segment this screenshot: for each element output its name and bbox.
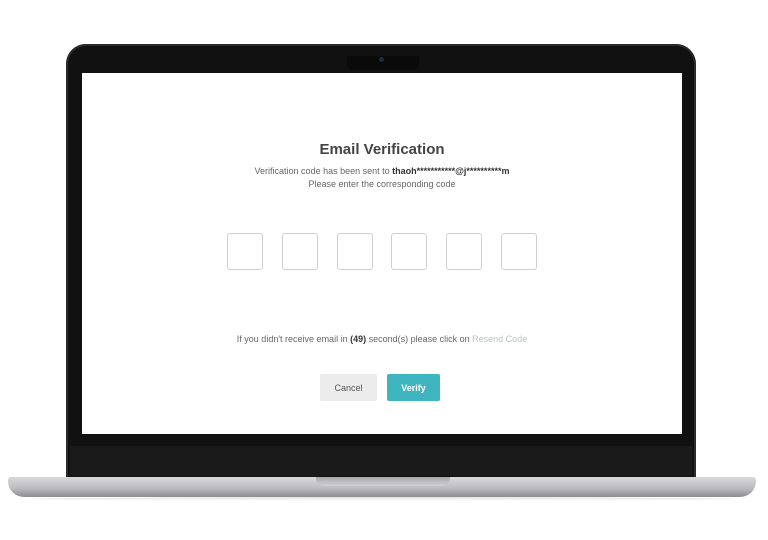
verify-button[interactable]: Verify [387,374,440,401]
page-title: Email Verification [319,141,445,158]
code-digit-4[interactable] [391,233,428,270]
laptop-screen: Email Verification Verification code has… [82,73,682,434]
resend-code-link[interactable]: Resend Code [472,334,527,344]
sent-prefix: Verification code has been sent to [254,166,393,176]
verification-code-inputs [227,233,537,273]
code-digit-2[interactable] [281,233,318,270]
resend-prefix: If you didn't receive email in [236,334,351,344]
screen-bottom-bezel [70,446,692,476]
resend-middle: second(s) please click on [366,334,473,344]
code-digit-6[interactable] [500,233,537,270]
sent-message: Verification code has been sent to thaoh… [82,166,682,176]
instruction-text: Please enter the corresponding code [308,179,456,189]
countdown-timer: (49) [350,334,367,344]
code-digit-1[interactable] [227,233,263,270]
masked-email: thaoh***********@j**********m [392,166,510,176]
laptop-shadow [30,497,734,501]
camera-icon [379,57,384,62]
code-digit-3[interactable] [336,233,373,270]
code-digit-5[interactable] [446,233,483,270]
cancel-button[interactable]: Cancel [320,374,377,401]
laptop-mockup: Email Verification Verification code has… [0,0,768,540]
resend-message: If you didn't receive email in (49) seco… [82,334,682,344]
laptop-base-notch [316,477,450,486]
